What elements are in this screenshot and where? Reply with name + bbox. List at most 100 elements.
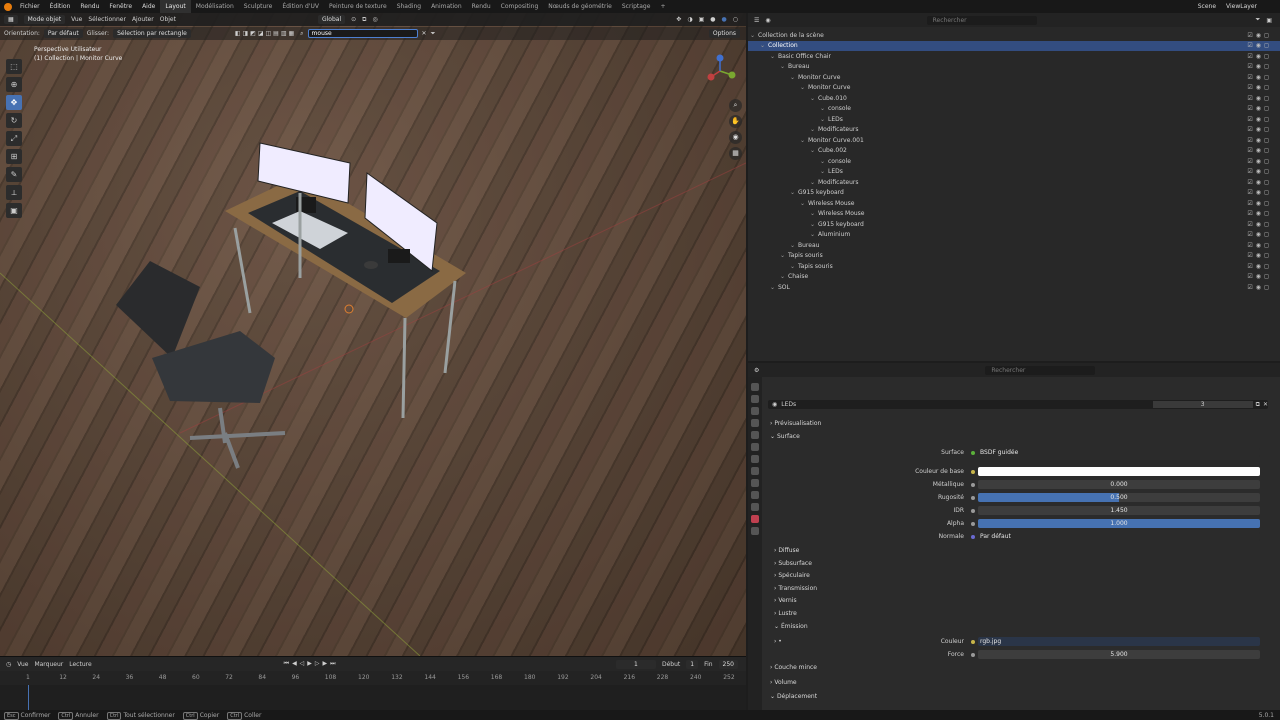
outliner-row[interactable]: ⌄ Basic Office Chair ☑◉◻	[748, 51, 1280, 62]
visibility-icons[interactable]: ☑◉◻	[1247, 179, 1272, 186]
outliner-row[interactable]: ⌄ console ☑◉◻	[748, 156, 1280, 167]
tab-uv-editing[interactable]: Édition d'UV	[277, 0, 324, 13]
overlay-toggle-icon[interactable]: ◑	[687, 16, 692, 23]
section-surface[interactable]: ⌄ Surface	[770, 433, 800, 440]
outliner-row[interactable]: ⌄ Tapis souris ☑◉◻	[748, 251, 1280, 262]
outliner-row[interactable]: ⌄ LEDs ☑◉◻	[748, 167, 1280, 178]
fake-user-icon[interactable]: ⧉	[1256, 401, 1260, 409]
expand-toggle-icon[interactable]: ⌄	[748, 189, 798, 196]
proportional-edit-icon[interactable]: ◎	[372, 16, 377, 23]
visibility-icons[interactable]: ☑◉◻	[1247, 242, 1272, 249]
visibility-icons[interactable]: ☑◉◻	[1247, 168, 1272, 175]
menu-view[interactable]: Vue	[71, 16, 82, 23]
menu-window[interactable]: Fenêtre	[104, 3, 137, 10]
end-frame-field[interactable]: 250	[718, 659, 738, 669]
emission-color-texture-field[interactable]: rgb.jpg	[978, 637, 1260, 646]
outliner-row[interactable]: ⌄ Bureau ☑◉◻	[748, 240, 1280, 251]
funnel-icon[interactable]: ⏷	[431, 30, 436, 38]
filter-icons[interactable]: ◧◨◩◪◫▤▥▦	[235, 30, 296, 37]
orientation-selector[interactable]: Par défaut	[43, 29, 83, 38]
visibility-icons[interactable]: ☑◉◻	[1247, 116, 1272, 123]
expand-toggle-icon[interactable]: ⌄	[748, 63, 788, 70]
outliner-search-input[interactable]: Rechercher	[926, 15, 1037, 25]
visibility-icons[interactable]: ☑◉◻	[1247, 284, 1272, 291]
3d-viewport[interactable]: ▦ Mode objet Vue Sélectionner Ajouter Ob…	[0, 13, 746, 656]
timeline[interactable]: ◷ Vue Marqueur Lecture ⏮◀◁▶▷▶⏭ 1 Début 1…	[0, 656, 746, 711]
visibility-icons[interactable]: ☑◉◻	[1247, 221, 1272, 228]
frame-ruler[interactable]: 1 12 24 36 48 60 72 84 96 108 120 132 144 156 168 180 19…	[0, 674, 746, 684]
properties-editor[interactable]: ⚙ Rechercher ◉ LEDs 3 ⧉ ✕ › Prévisualisa…	[748, 363, 1280, 710]
section-transmission[interactable]: › Transmission	[774, 585, 817, 592]
metallic-field[interactable]: 0.000	[978, 480, 1260, 489]
expand-toggle-icon[interactable]: ⌄	[748, 263, 798, 270]
measure-tool-icon[interactable]: ⟂	[6, 185, 22, 200]
section-emission[interactable]: ⌄ Émission	[774, 623, 808, 630]
outliner-row[interactable]: ⌄ G915 keyboard ☑◉◻	[748, 219, 1280, 230]
outliner-row[interactable]: ⌄ Cube.002 ☑◉◻	[748, 146, 1280, 157]
outliner-row[interactable]: ⌄ Monitor Curve ☑◉◻	[748, 83, 1280, 94]
transform-tool-icon[interactable]: ⊞	[6, 149, 22, 164]
material-users-count[interactable]: 3	[1152, 401, 1253, 408]
section-specular[interactable]: › Spéculaire	[774, 572, 810, 579]
render-tab-icon[interactable]	[751, 395, 759, 403]
outliner-row[interactable]: ⌄ Collection de la scène ☑◉◻	[748, 30, 1280, 41]
visibility-icons[interactable]: ☑◉◻	[1247, 32, 1272, 39]
scale-tool-icon[interactable]: ⤢	[6, 131, 22, 146]
expand-toggle-icon[interactable]: ⌄	[748, 210, 818, 217]
clear-search-icon[interactable]: ✕	[422, 30, 427, 37]
expand-toggle-icon[interactable]: ⌄	[748, 137, 808, 144]
menu-edit[interactable]: Édition	[45, 3, 76, 10]
expand-toggle-icon[interactable]: ⌄	[748, 242, 798, 249]
shading-material-icon[interactable]: ●	[722, 16, 727, 23]
visibility-icons[interactable]: ☑◉◻	[1247, 231, 1272, 238]
outliner-row[interactable]: ⌄ Aluminium ☑◉◻	[748, 230, 1280, 241]
visibility-icons[interactable]: ☑◉◻	[1247, 273, 1272, 280]
shading-rendered-icon[interactable]: ○	[733, 16, 738, 23]
outliner-row[interactable]: ⌄ Tapis souris ☑◉◻	[748, 261, 1280, 272]
timeline-editor-icon[interactable]: ◷	[6, 661, 11, 668]
outliner-row[interactable]: ⌄ Modificateurs ☑◉◻	[748, 125, 1280, 136]
menu-render[interactable]: Rendu	[75, 3, 104, 10]
visibility-icons[interactable]: ☑◉◻	[1247, 200, 1272, 207]
visibility-icons[interactable]: ☑◉◻	[1247, 252, 1272, 259]
expand-toggle-icon[interactable]: ⌄	[748, 116, 828, 123]
tab-compositing[interactable]: Compositing	[496, 0, 544, 13]
expand-toggle-icon[interactable]: ⌄	[748, 126, 818, 133]
perspective-toggle-icon[interactable]: ▦	[729, 147, 742, 160]
outliner-row[interactable]: ⌄ SOL ☑◉◻	[748, 282, 1280, 293]
expand-toggle-icon[interactable]: ⌄	[748, 42, 768, 49]
expand-toggle-icon[interactable]: ⌄	[748, 53, 778, 60]
expand-toggle-icon[interactable]: ⌄	[748, 74, 798, 81]
tab-shading[interactable]: Shading	[392, 0, 426, 13]
expand-toggle-icon[interactable]: ⌄	[748, 105, 828, 112]
outliner-row[interactable]: ⌄ Monitor Curve.001 ☑◉◻	[748, 135, 1280, 146]
tab-layout[interactable]: Layout	[160, 0, 191, 13]
expand-toggle-icon[interactable]: ⌄	[748, 252, 788, 259]
menu-help[interactable]: Aide	[137, 3, 160, 10]
visibility-icons[interactable]: ☑◉◻	[1247, 53, 1272, 60]
scene-selector[interactable]: Scene	[1193, 3, 1221, 10]
move-tool-icon[interactable]: ✥	[6, 95, 22, 110]
viewlayer-selector[interactable]: ViewLayer	[1221, 3, 1262, 10]
visibility-icons[interactable]: ☑◉◻	[1247, 126, 1272, 133]
visibility-icons[interactable]: ☑◉◻	[1247, 147, 1272, 154]
expand-toggle-icon[interactable]: ⌄	[748, 84, 808, 91]
output-tab-icon[interactable]	[751, 407, 759, 415]
scene-tab-icon[interactable]	[751, 431, 759, 439]
xray-icon[interactable]: ▣	[699, 16, 705, 23]
roughness-slider[interactable]: 0.500	[978, 493, 1260, 502]
viewport-search-input[interactable]: mouse	[307, 29, 418, 38]
visibility-icons[interactable]: ☑◉◻	[1247, 84, 1272, 91]
playback-controls[interactable]: ⏮◀◁▶▷▶⏭	[284, 660, 339, 668]
menu-file[interactable]: Fichier	[15, 3, 45, 10]
view-layer-tab-icon[interactable]	[751, 419, 759, 427]
pan-hand-icon[interactable]: ✋	[729, 115, 742, 128]
expand-toggle-icon[interactable]: ⌄	[748, 284, 778, 291]
section-diffuse[interactable]: › Diffuse	[774, 547, 799, 554]
outliner[interactable]: ☰ ◉ Rechercher ⏷ ▣ ⌄ Collection de la scè…	[748, 13, 1280, 361]
section-subsurface[interactable]: › Subsurface	[774, 560, 812, 567]
start-frame-field[interactable]: 1	[686, 659, 699, 669]
blender-logo-icon[interactable]	[4, 2, 12, 11]
zoom-icon[interactable]: ⌕	[729, 99, 742, 112]
section-coat[interactable]: › Vernis	[774, 597, 797, 604]
